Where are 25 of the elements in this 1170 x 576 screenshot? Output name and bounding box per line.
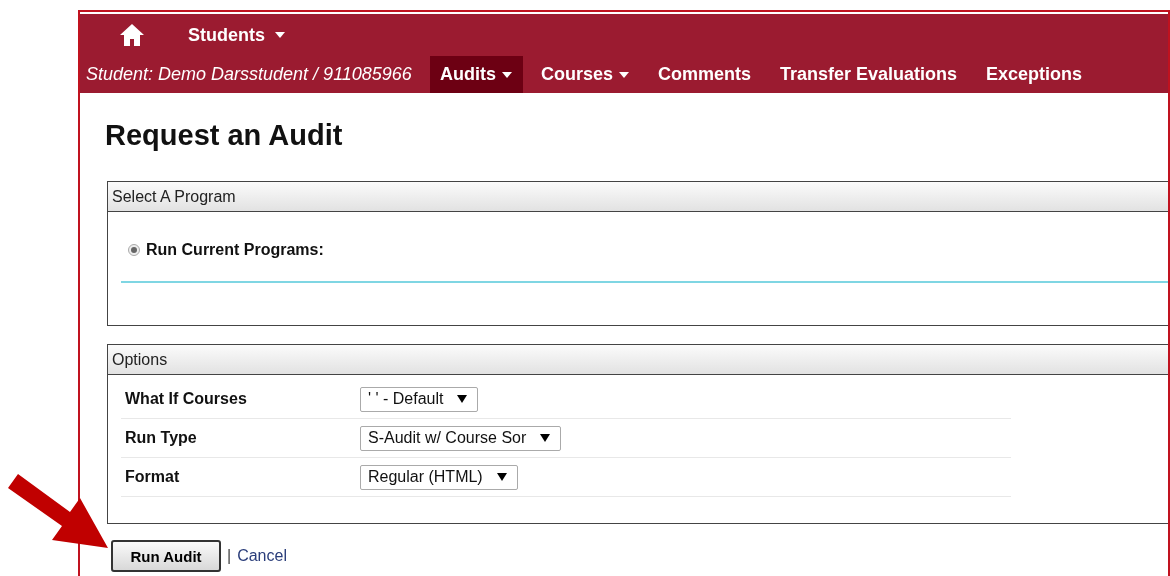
dropdown-field[interactable]: ' ' - Default [360, 386, 479, 412]
nav-tab[interactable]: Courses [530, 56, 640, 93]
home-icon[interactable] [120, 24, 144, 46]
nav-tab[interactable]: Exceptions [976, 56, 1094, 93]
option-label: Format [125, 468, 181, 486]
run-audit-button[interactable]: Run Audit [111, 540, 221, 572]
student-label: Student: Demo Darsstudent / 911085966 [85, 63, 413, 86]
nav-tab[interactable]: Comments [647, 56, 762, 93]
students-menu[interactable]: Students [188, 24, 285, 46]
dropdown-arrow-icon [457, 395, 468, 403]
option-label: Run Type [125, 429, 198, 447]
radio-label: Run Current Programs: [146, 241, 324, 259]
nav-tab[interactable]: Transfer Evaluations [769, 56, 968, 93]
option-label: What If Courses [125, 390, 248, 408]
cancel-link[interactable]: Cancel [237, 547, 287, 565]
panel-header: Select A Program [108, 182, 1168, 212]
panel-header: Options [108, 345, 1168, 375]
dropdown-field[interactable]: S-Audit w/ Course Sor [360, 425, 562, 451]
nav-tab[interactable]: Audits [429, 56, 523, 93]
dropdown-field[interactable]: Regular (HTML) [360, 464, 518, 490]
dropdown-arrow-icon [540, 434, 551, 442]
dropdown-arrow-icon [496, 473, 507, 481]
separator-text: | [227, 547, 232, 565]
page-title: Request an Audit [104, 118, 344, 153]
radio-button[interactable] [128, 244, 140, 256]
